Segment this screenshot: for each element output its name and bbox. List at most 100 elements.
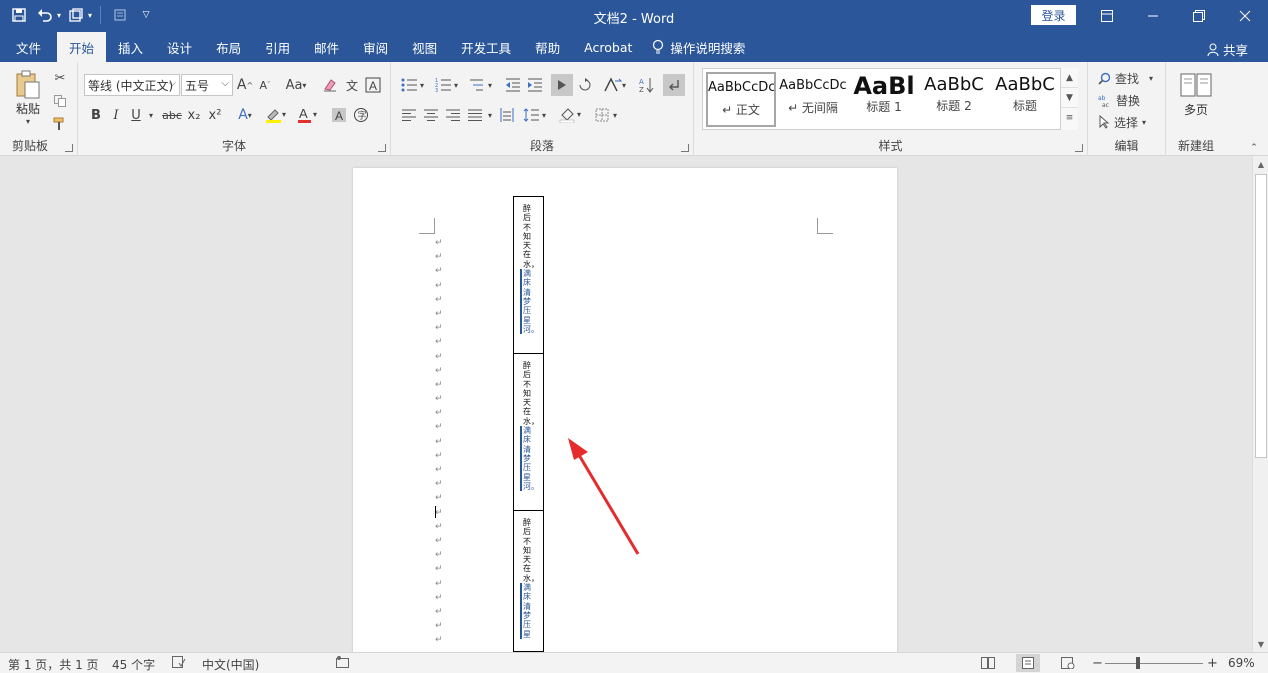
strikethrough-button[interactable]: abc	[160, 104, 184, 126]
ribbon-display-icon[interactable]	[1084, 0, 1130, 32]
share-button[interactable]: 共享	[1207, 40, 1248, 59]
italic-button[interactable]: I	[106, 104, 126, 126]
touch-mode-icon[interactable]	[65, 4, 87, 26]
clear-formatting-icon[interactable]	[320, 74, 340, 96]
customize-qat-icon[interactable]: ▽	[135, 4, 157, 26]
subscript-button[interactable]: x₂	[184, 104, 204, 126]
copy-icon[interactable]	[50, 91, 70, 111]
change-case-button[interactable]: Aa ▾	[281, 74, 311, 96]
zoom-in-icon[interactable]: +	[1207, 656, 1218, 671]
superscript-button[interactable]: x²	[205, 104, 225, 126]
text-direction-icon[interactable]	[551, 74, 573, 96]
macro-record-icon[interactable]	[336, 656, 350, 671]
shrink-font-button[interactable]: Aˇ	[256, 74, 274, 96]
tab-layout[interactable]: 布局	[204, 32, 253, 62]
web-layout-icon[interactable]	[1056, 654, 1080, 672]
page-count[interactable]: 第 1 页，共 1 页	[8, 656, 99, 673]
underline-button[interactable]: U	[126, 104, 146, 126]
touch-dropdown-icon[interactable]: ▾	[88, 11, 92, 20]
font-launcher-icon[interactable]	[378, 144, 386, 152]
format-painter-icon[interactable]	[50, 114, 70, 134]
zoom-slider[interactable]	[1105, 663, 1203, 664]
restore-icon[interactable]	[1176, 0, 1222, 32]
borders-icon[interactable]: ▾	[593, 104, 623, 126]
tab-insert[interactable]: 插入	[106, 32, 155, 62]
tab-view[interactable]: 视图	[400, 32, 449, 62]
print-layout-icon[interactable]	[1016, 654, 1040, 672]
grow-font-button[interactable]: A ^	[236, 74, 254, 96]
bullets-icon[interactable]: ▾	[399, 74, 429, 96]
rtl-icon[interactable]	[575, 74, 595, 96]
save-icon[interactable]	[8, 4, 30, 26]
tab-file[interactable]: 文件	[0, 32, 57, 62]
scroll-thumb[interactable]	[1255, 174, 1267, 458]
style-title[interactable]: AaBbC 标题	[990, 72, 1060, 127]
tab-review[interactable]: 审阅	[351, 32, 400, 62]
tab-design[interactable]: 设计	[155, 32, 204, 62]
paragraph-launcher-icon[interactable]	[681, 144, 689, 152]
style-heading-2[interactable]: AaBbC 标题 2	[919, 72, 989, 127]
word-count[interactable]: 45 个字	[112, 656, 155, 673]
style-normal[interactable]: AaBbCcDc ↵ 正文	[706, 72, 776, 127]
read-mode-icon[interactable]	[976, 654, 1000, 672]
justify-dropdown-icon[interactable]: ▾	[485, 104, 495, 126]
undo-icon[interactable]	[34, 4, 56, 26]
zoom-slider-thumb[interactable]	[1136, 657, 1140, 669]
increase-indent-icon[interactable]	[525, 74, 545, 96]
language[interactable]: 中文(中国)	[202, 656, 259, 673]
multilevel-list-icon[interactable]: ▾	[467, 74, 497, 96]
zoom-level[interactable]: 69%	[1228, 656, 1255, 670]
align-left-icon[interactable]	[399, 104, 419, 126]
format-icon[interactable]	[109, 4, 131, 26]
font-name-combo[interactable]: 等线 (中文正文) ⌵	[84, 74, 180, 96]
undo-dropdown-icon[interactable]: ▾	[57, 11, 61, 20]
select-button[interactable]: 选择 ▾	[1098, 112, 1146, 132]
close-icon[interactable]	[1222, 0, 1268, 32]
multipage-button[interactable]: 多页	[1174, 70, 1218, 120]
replace-button[interactable]: ab ac 替换	[1098, 90, 1140, 110]
styles-up-icon[interactable]: ▲	[1061, 68, 1078, 88]
styles-down-icon[interactable]: ▼	[1061, 88, 1078, 108]
clipboard-launcher-icon[interactable]	[65, 144, 73, 152]
scroll-up-icon[interactable]: ▲	[1253, 156, 1268, 172]
font-color-icon[interactable]: A ▾	[294, 104, 322, 126]
sort-icon[interactable]: AZ	[637, 74, 657, 96]
style-heading-1[interactable]: AaBl 标题 1	[849, 72, 919, 127]
paste-button[interactable]: 粘贴 ▾	[10, 68, 46, 128]
character-border-icon[interactable]: A	[364, 74, 382, 96]
tell-me-search[interactable]: 操作说明搜索	[652, 32, 745, 62]
tab-help[interactable]: 帮助	[523, 32, 572, 62]
phonetic-guide-icon[interactable]: 文	[342, 74, 362, 96]
vertical-scrollbar[interactable]: ▲ ▼	[1252, 156, 1268, 652]
cut-icon[interactable]: ✂	[50, 68, 70, 88]
find-button[interactable]: 查找 ▾	[1098, 68, 1153, 88]
shading-icon[interactable]: ▾	[557, 104, 587, 126]
underline-dropdown-icon[interactable]: ▾	[146, 104, 156, 126]
tab-mailings[interactable]: 邮件	[302, 32, 351, 62]
styles-more-icon[interactable]: ≡	[1061, 108, 1078, 128]
align-right-icon[interactable]	[443, 104, 463, 126]
enclose-characters-icon[interactable]: 字	[352, 104, 370, 126]
scroll-down-icon[interactable]: ▼	[1253, 636, 1268, 652]
bold-button[interactable]: B	[86, 104, 106, 126]
tab-references[interactable]: 引用	[253, 32, 302, 62]
justify-icon[interactable]	[465, 104, 485, 126]
distributed-icon[interactable]	[497, 104, 517, 126]
style-no-spacing[interactable]: AaBbCcDc ↵ 无间隔	[778, 72, 848, 127]
show-formatting-icon[interactable]	[663, 74, 685, 96]
proofing-icon[interactable]	[172, 656, 186, 671]
login-button[interactable]: 登录	[1031, 5, 1076, 25]
zoom-out-icon[interactable]: −	[1092, 656, 1103, 671]
text-effects-icon[interactable]: A ▾	[232, 104, 258, 126]
styles-launcher-icon[interactable]	[1075, 144, 1083, 152]
character-shading-icon[interactable]: A	[330, 104, 348, 126]
decrease-indent-icon[interactable]	[503, 74, 523, 96]
minimize-icon[interactable]	[1130, 0, 1176, 32]
font-size-combo[interactable]: 五号 ⌵	[181, 74, 233, 96]
chinese-layout-icon[interactable]: ▾	[601, 74, 631, 96]
align-center-icon[interactable]	[421, 104, 441, 126]
collapse-ribbon-icon[interactable]: ⌃	[1246, 142, 1262, 154]
tab-acrobat[interactable]: Acrobat	[572, 32, 644, 62]
tab-developer[interactable]: 开发工具	[449, 32, 523, 62]
line-spacing-icon[interactable]: ▾	[521, 104, 551, 126]
